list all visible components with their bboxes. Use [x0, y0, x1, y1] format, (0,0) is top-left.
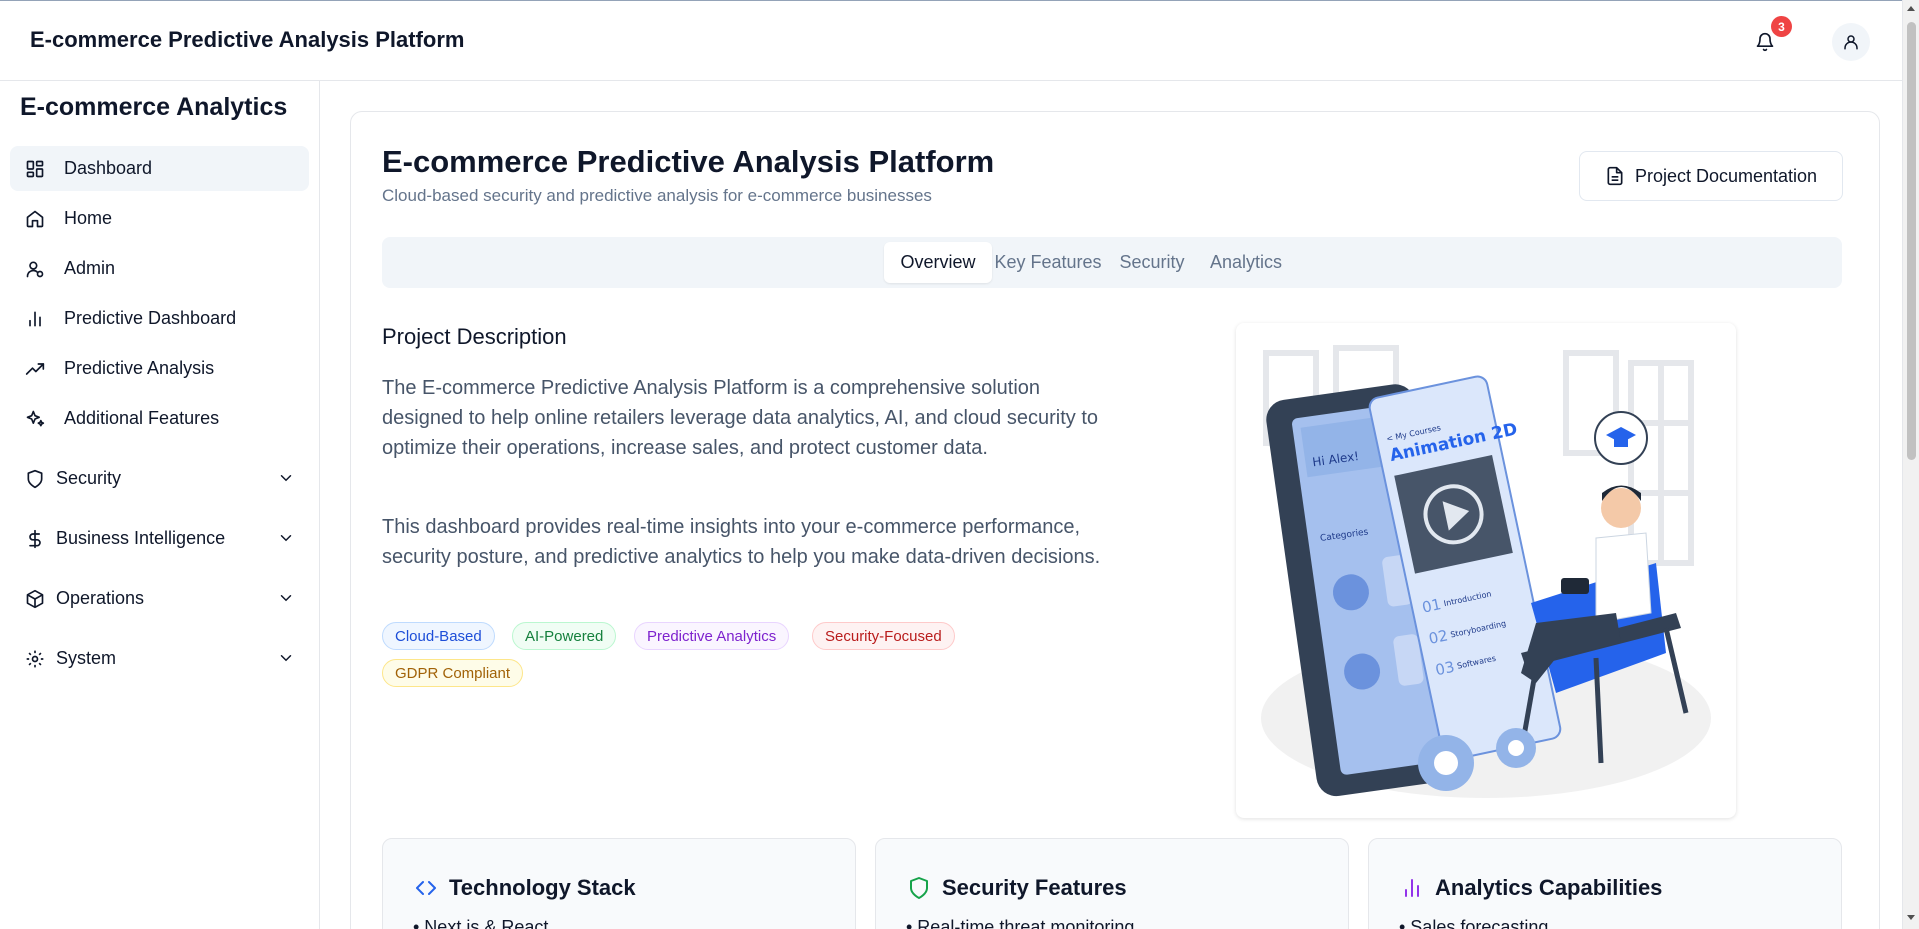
feature-card-technology-stack: Technology Stack • Next.js & React [382, 838, 856, 929]
top-bar: E-commerce Predictive Analysis Platform … [0, 0, 1902, 81]
sidebar-group-business-intelligence[interactable]: Business Intelligence [10, 516, 309, 561]
gear-icon [24, 648, 46, 670]
feature-item: • Sales forecasting [1399, 917, 1549, 929]
tag-ai-powered: AI-Powered [512, 622, 617, 650]
feature-card-analytics-capabilities: Analytics Capabilities • Sales forecasti… [1368, 838, 1842, 929]
tab-key-features[interactable]: Key Features [992, 242, 1104, 283]
tag-security-focused: Security-Focused [812, 622, 955, 650]
chevron-down-icon [280, 535, 292, 542]
sidebar-group-label: Security [56, 468, 122, 488]
page-scrollbar[interactable] [1902, 0, 1919, 929]
project-documentation-button[interactable]: Project Documentation [1579, 151, 1843, 201]
description-paragraph: This dashboard provides real-time insigh… [382, 516, 1101, 568]
sidebar-item-dashboard[interactable]: Dashboard [10, 146, 309, 191]
scrollbar-thumb[interactable] [1907, 22, 1916, 460]
tab-analytics[interactable]: Analytics [1200, 242, 1292, 283]
feature-title: Technology Stack [449, 875, 636, 900]
doc-button-label: Project Documentation [1634, 165, 1818, 186]
package-icon [24, 588, 46, 610]
sidebar-item-admin[interactable]: Admin [10, 246, 309, 291]
bar-chart-icon [24, 308, 46, 330]
sidebar-group-label: System [56, 648, 117, 668]
tab-bar: Overview Key Features Security Analytics [382, 237, 1842, 288]
sidebar-group-system[interactable]: System [10, 636, 309, 681]
sidebar-item-label: Admin [64, 258, 116, 278]
bar-chart-icon [1399, 875, 1425, 901]
feature-title: Security Features [942, 875, 1127, 900]
description-paragraph: The E-commerce Predictive Analysis Platf… [382, 377, 1098, 459]
sidebar-item-label: Predictive Dashboard [64, 308, 237, 328]
feature-item: • Next.js & React [413, 917, 549, 929]
home-icon [24, 208, 46, 230]
sidebar-group-security[interactable]: Security [10, 456, 309, 501]
page-subtitle: Cloud-based security and predictive anal… [382, 186, 932, 205]
feature-item: • Real-time threat monitoring [906, 917, 1135, 929]
sidebar: E-commerce Analytics Dashboard Home Admi… [0, 81, 320, 929]
tag-predictive-analytics: Predictive Analytics [634, 622, 790, 650]
sidebar-group-label: Operations [56, 588, 145, 608]
document-icon [1605, 166, 1625, 186]
scroll-up-arrow-icon[interactable] [1907, 6, 1915, 11]
app-title: E-commerce Predictive Analysis Platform [30, 27, 465, 52]
tag-gdpr-compliant: GDPR Compliant [382, 659, 524, 687]
dollar-icon [24, 528, 46, 550]
sidebar-item-label: Dashboard [64, 158, 153, 178]
hero-illustration: Hi Alex! Categories < My Courses Animati… [1236, 323, 1736, 818]
sidebar-item-label: Predictive Analysis [64, 358, 215, 378]
sidebar-group-label: Business Intelligence [56, 528, 226, 548]
sidebar-item-label: Home [64, 208, 113, 228]
code-icon [413, 875, 439, 901]
sidebar-brand: E-commerce Analytics [20, 93, 288, 121]
feature-card-security-features: Security Features • Real-time threat mon… [875, 838, 1349, 929]
sidebar-item-predictive-dashboard[interactable]: Predictive Dashboard [10, 296, 309, 341]
chevron-down-icon [280, 595, 292, 602]
chevron-down-icon [280, 475, 292, 482]
tag-cloud-based: Cloud-Based [382, 622, 495, 650]
dashboard-icon [24, 158, 46, 180]
sidebar-item-home[interactable]: Home [10, 196, 309, 241]
sparkles-icon [24, 408, 46, 430]
chevron-down-icon [280, 655, 292, 662]
page-title: E-commerce Predictive Analysis Platform [382, 144, 995, 179]
online-learning-illustration: Hi Alex! Categories < My Courses Animati… [1261, 345, 1711, 798]
admin-user-icon [24, 258, 46, 280]
main-card: E-commerce Predictive Analysis Platform … [350, 111, 1880, 929]
tab-security[interactable]: Security [1104, 242, 1200, 283]
tab-overview[interactable]: Overview [884, 242, 992, 283]
shield-icon [24, 468, 46, 490]
sidebar-item-additional-features[interactable]: Additional Features [10, 396, 309, 441]
notification-count-badge: 3 [1771, 16, 1792, 37]
trending-up-icon [24, 358, 46, 380]
scroll-down-arrow-icon[interactable] [1907, 915, 1915, 920]
shield-icon [906, 875, 932, 901]
sidebar-item-label: Additional Features [64, 408, 220, 428]
sidebar-group-operations[interactable]: Operations [10, 576, 309, 621]
feature-title: Analytics Capabilities [1435, 875, 1663, 900]
user-avatar-button[interactable] [1832, 23, 1870, 61]
sidebar-item-predictive-analysis[interactable]: Predictive Analysis [10, 346, 309, 391]
section-title: Project Description [382, 324, 567, 349]
app-root: E-commerce Predictive Analysis Platform … [0, 0, 1919, 929]
user-icon [1842, 33, 1860, 51]
